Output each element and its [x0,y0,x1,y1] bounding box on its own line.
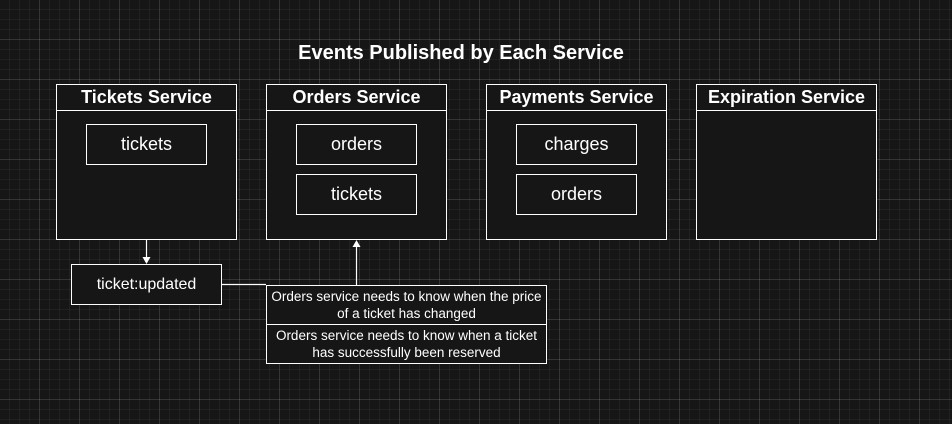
service-header: Orders Service [267,85,446,111]
service-header: Tickets Service [57,85,236,111]
service-header: Expiration Service [697,85,876,111]
event-box-charges: charges [516,124,637,165]
note-ticket-reserved: Orders service needs to know when a tick… [266,324,547,364]
note-text: Orders service needs to know when the pr… [271,289,542,321]
service-header: Payments Service [487,85,666,111]
arrowhead-down [142,257,151,264]
diagram-canvas: Events Published by Each Service Tickets… [0,0,952,424]
event-box-tickets: tickets [86,124,207,165]
diagram-title: Events Published by Each Service [298,42,624,64]
event-box-tickets: tickets [296,174,417,215]
note-text: Orders service needs to know when a tick… [275,328,538,360]
event-ticket-updated: ticket:updated [71,264,222,305]
event-box-orders: orders [516,174,637,215]
service-expiration: Expiration Service [696,84,877,240]
note-price-changed: Orders service needs to know when the pr… [266,285,547,325]
arrowhead-up [352,240,361,247]
event-box-orders: orders [296,124,417,165]
